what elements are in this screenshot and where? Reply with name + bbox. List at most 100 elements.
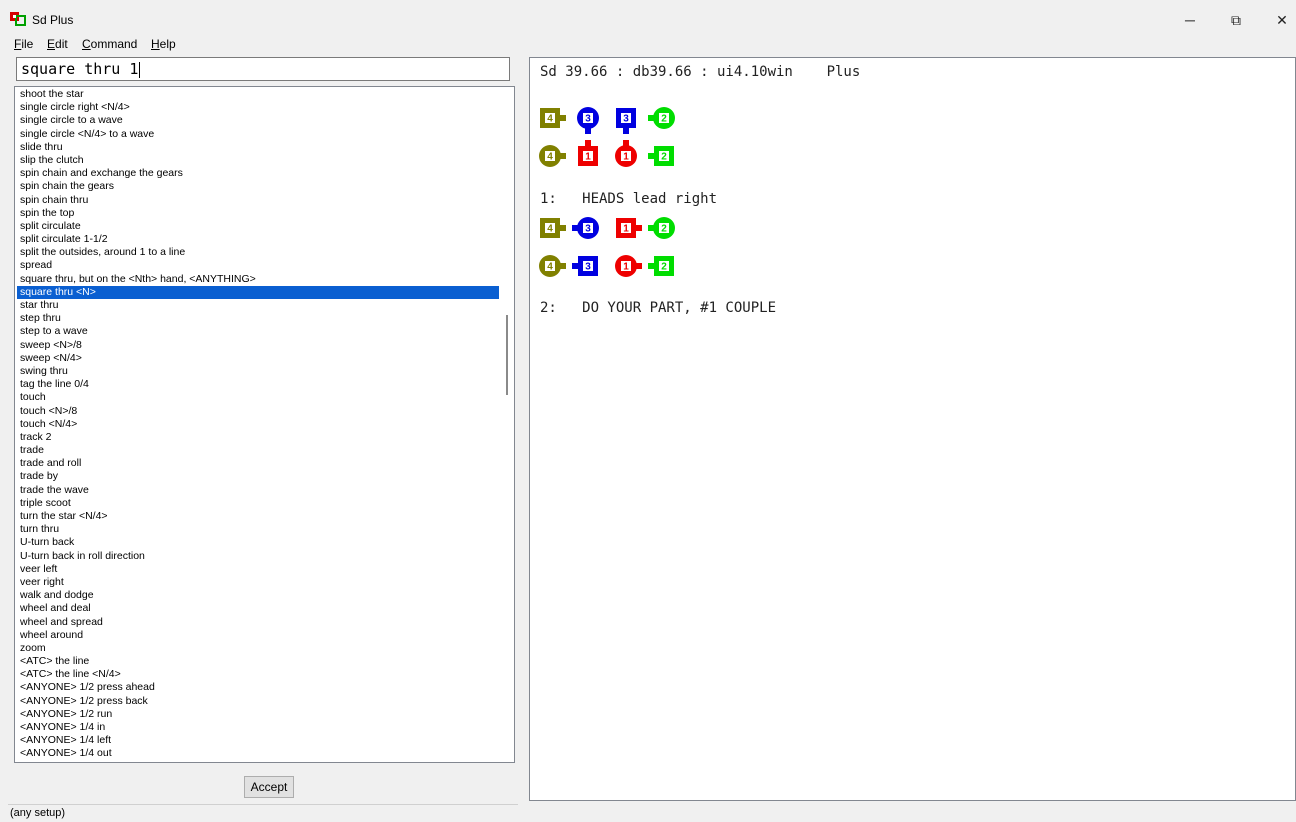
list-item[interactable]: touch <N/4> xyxy=(17,418,499,431)
list-item[interactable]: single circle <N/4> to a wave xyxy=(17,128,499,141)
list-item[interactable]: <ANYONE> 1/4 out xyxy=(17,747,499,760)
list-item[interactable]: wheel and deal xyxy=(17,602,499,615)
dancer-couple1: 1 xyxy=(578,140,598,166)
svg-text:4: 4 xyxy=(547,224,553,235)
list-item[interactable]: <ATC> the line xyxy=(17,655,499,668)
dancer-couple1: 1 xyxy=(616,218,642,238)
dancer-couple3: 3 xyxy=(616,108,636,134)
minimize-button[interactable]: ─ xyxy=(1170,8,1210,32)
list-item[interactable]: <ANYONE> 1/4 left xyxy=(17,734,499,747)
list-item[interactable]: turn the star <N/4> xyxy=(17,510,499,523)
list-item[interactable]: square thru, but on the <Nth> hand, <ANY… xyxy=(17,273,499,286)
status-bar: (any setup) xyxy=(8,804,518,822)
list-item[interactable]: square thru <N> xyxy=(17,285,499,299)
list-item[interactable]: spin the top xyxy=(17,207,499,220)
dancer-couple4: 4 xyxy=(540,218,566,238)
list-item[interactable]: split the outsides, around 1 to a line xyxy=(17,246,499,259)
svg-text:2: 2 xyxy=(661,152,667,163)
list-item[interactable]: spin chain and exchange the gears xyxy=(17,167,499,180)
list-item[interactable]: trade the wave xyxy=(17,484,499,497)
list-item[interactable]: <ANYONE> 1/2 press back xyxy=(17,695,499,708)
list-item[interactable]: spin chain thru xyxy=(17,194,499,207)
svg-text:3: 3 xyxy=(585,262,591,273)
list-item[interactable]: single circle to a wave xyxy=(17,114,499,127)
scrollbar-thumb[interactable] xyxy=(506,315,508,395)
list-item[interactable]: touch <N>/8 xyxy=(17,405,499,418)
svg-text:3: 3 xyxy=(585,114,591,125)
dancer-couple3: 3 xyxy=(572,256,598,276)
accept-button[interactable]: Accept xyxy=(244,776,294,798)
app-icon xyxy=(10,12,26,26)
list-item[interactable]: turn thru xyxy=(17,523,499,536)
list-item[interactable]: sweep <N/4> xyxy=(17,352,499,365)
dancer-couple2: 2 xyxy=(648,256,674,276)
list-item[interactable]: walk and dodge xyxy=(17,589,499,602)
menu-edit-label: dit xyxy=(55,37,68,51)
dancer-couple3: 3 xyxy=(572,217,599,239)
call-list[interactable]: shoot the star single circle right <N/4> s… xyxy=(14,86,515,763)
output-header: Sd 39.66 : db39.66 : ui4.10win Plus xyxy=(540,64,861,80)
list-item[interactable]: slide thru xyxy=(17,141,499,154)
list-item[interactable]: slip the clutch xyxy=(17,154,499,167)
svg-text:2: 2 xyxy=(661,262,667,273)
list-item[interactable]: star thru xyxy=(17,299,499,312)
svg-text:1: 1 xyxy=(585,152,591,163)
list-item[interactable]: triple scoot xyxy=(17,497,499,510)
svg-text:1: 1 xyxy=(623,224,629,235)
list-item[interactable]: trade and roll xyxy=(17,457,499,470)
svg-text:2: 2 xyxy=(661,224,667,235)
dancer-couple1: 1 xyxy=(615,140,637,167)
list-item[interactable]: sweep <N>/8 xyxy=(17,339,499,352)
list-item[interactable]: <ANYONE> 1/2 run xyxy=(17,708,499,721)
close-button[interactable]: ✕ xyxy=(1262,8,1296,32)
list-item[interactable]: tag the line 0/4 xyxy=(17,378,499,391)
command-input[interactable]: square thru 1 xyxy=(16,57,510,81)
list-item[interactable]: step thru xyxy=(17,312,499,325)
list-item[interactable]: swing thru xyxy=(17,365,499,378)
output-line-2: 2: DO YOUR PART, #1 COUPLE xyxy=(540,300,777,316)
list-item[interactable]: spin chain the gears xyxy=(17,180,499,193)
list-item[interactable]: step to a wave xyxy=(17,325,499,338)
list-item[interactable]: split circulate 1-1/2 xyxy=(17,233,499,246)
list-item[interactable]: spread xyxy=(17,259,499,272)
list-item[interactable]: split circulate xyxy=(17,220,499,233)
output-line-1: 1: HEADS lead right xyxy=(540,191,718,207)
menu-bar: File Edit Command Help xyxy=(0,35,1296,55)
call-list-items: shoot the star single circle right <N/4> s… xyxy=(17,88,499,761)
dancer-couple3: 3 xyxy=(577,107,599,134)
list-item[interactable]: single circle right <N/4> xyxy=(17,101,499,114)
list-item[interactable]: wheel and spread xyxy=(17,616,499,629)
restore-button[interactable]: ⧉ xyxy=(1216,8,1256,32)
list-item[interactable]: zoom xyxy=(17,642,499,655)
menu-command-label: ommand xyxy=(90,37,138,51)
list-item[interactable]: veer left xyxy=(17,563,499,576)
list-item[interactable]: shoot the star xyxy=(17,88,499,101)
dancer-couple4: 4 xyxy=(540,108,566,128)
close-icon: ✕ xyxy=(1276,12,1288,28)
svg-text:2: 2 xyxy=(661,114,667,125)
restore-icon: ⧉ xyxy=(1231,12,1241,28)
list-item[interactable]: <ANYONE> 1/2 press ahead xyxy=(17,681,499,694)
list-item[interactable]: trade xyxy=(17,444,499,457)
formation-1: 4 3 1 2 4 3 1 2 xyxy=(539,217,675,277)
svg-text:1: 1 xyxy=(623,262,629,273)
menu-help[interactable]: Help xyxy=(151,37,176,51)
list-item[interactable]: <ATC> the line <N/4> xyxy=(17,668,499,681)
svg-text:4: 4 xyxy=(547,152,553,163)
list-item[interactable]: track 2 xyxy=(17,431,499,444)
list-item[interactable]: veer right xyxy=(17,576,499,589)
menu-file-label: ile xyxy=(21,37,34,51)
list-item[interactable]: <ANYONE> 1/4 in xyxy=(17,721,499,734)
list-item[interactable]: U-turn back in roll direction xyxy=(17,550,499,563)
text-caret xyxy=(139,61,141,78)
dancer-couple2: 2 xyxy=(648,217,675,239)
dancer-couple4: 4 xyxy=(539,255,566,277)
list-item[interactable]: U-turn back xyxy=(17,536,499,549)
list-item[interactable]: trade by xyxy=(17,470,499,483)
title-bar: Sd Plus ─ ⧉ ✕ xyxy=(0,0,1296,34)
menu-edit[interactable]: Edit xyxy=(47,37,68,51)
list-item[interactable]: touch xyxy=(17,391,499,404)
menu-command[interactable]: Command xyxy=(82,37,137,51)
menu-file[interactable]: File xyxy=(14,37,33,51)
list-item[interactable]: wheel around xyxy=(17,629,499,642)
